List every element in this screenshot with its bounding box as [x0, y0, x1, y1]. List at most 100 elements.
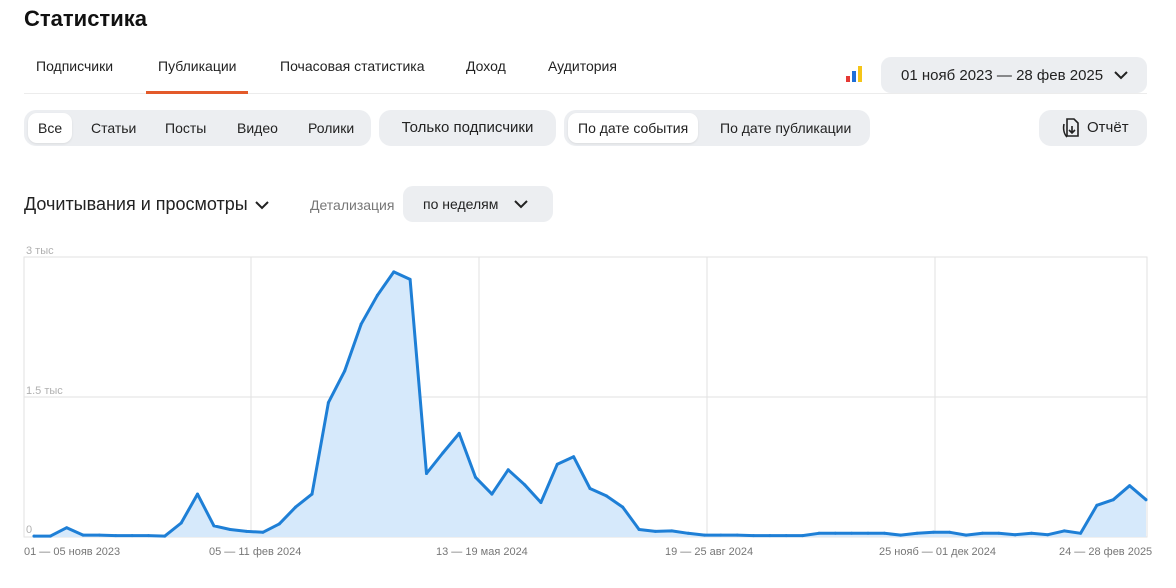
report-button-label: Отчёт [1087, 119, 1129, 136]
x-tick-label: 05 — 11 фев 2024 [209, 546, 301, 558]
stats-bars-icon [846, 66, 862, 82]
filter-articles[interactable]: Статьи [81, 113, 146, 143]
x-tick-label: 01 — 05 нояв 2023 [24, 546, 120, 558]
y-tick-label: 3 тыс [26, 245, 54, 257]
detail-value: по неделям [423, 196, 499, 212]
data-point [555, 462, 559, 466]
chevron-down-icon [1114, 71, 1128, 80]
data-point [425, 472, 428, 475]
filter-all[interactable]: Все [28, 113, 73, 143]
data-point [670, 529, 674, 533]
data-point [97, 533, 101, 537]
data-point [817, 531, 821, 535]
y-tick-label: 0 [26, 524, 32, 536]
date-mode-publication[interactable]: По дате публикации [710, 113, 861, 143]
data-point [48, 534, 52, 538]
report-button[interactable]: Отчёт [1039, 110, 1147, 146]
data-point [1013, 533, 1017, 537]
data-point [899, 533, 903, 537]
data-point [1111, 498, 1115, 502]
data-point [408, 277, 412, 281]
download-report-icon [1062, 118, 1079, 138]
chevron-down-icon [514, 200, 528, 209]
metric-select[interactable]: Дочитывания и просмотры [24, 194, 270, 215]
data-point [604, 494, 608, 498]
data-point [523, 483, 527, 487]
date-range-select[interactable]: 01 нояб 2023 — 28 фев 2025 [881, 57, 1147, 93]
data-point [212, 524, 216, 528]
data-point [32, 534, 36, 538]
data-point [572, 455, 576, 459]
data-point [882, 531, 886, 535]
x-tick-label: 13 — 19 мая 2024 [436, 546, 528, 558]
data-point [359, 322, 363, 326]
data-point [457, 431, 461, 435]
detail-select[interactable]: по неделям [403, 186, 553, 222]
data-point [375, 293, 379, 297]
filter-videos[interactable]: Видео [227, 113, 288, 143]
data-point [539, 501, 543, 504]
x-tick-label: 19 — 25 авг 2024 [665, 546, 753, 558]
data-point [637, 528, 641, 531]
data-point [261, 530, 265, 534]
only-subscribers-toggle[interactable]: Только подписчики [379, 110, 556, 146]
filter-posts[interactable]: Посты [155, 113, 216, 143]
data-point [1144, 498, 1148, 502]
data-point [686, 531, 690, 535]
date-mode-switch: По дате события По дате публикации [564, 110, 870, 146]
data-point [163, 534, 167, 538]
chevron-down-icon [255, 201, 269, 210]
data-point [653, 529, 657, 533]
tab-subscribers[interactable]: Подписчики [24, 48, 125, 94]
data-point [801, 534, 805, 538]
data-point [1079, 531, 1083, 535]
data-point [65, 526, 69, 530]
data-point [196, 492, 199, 496]
date-mode-event[interactable]: По дате события [568, 113, 699, 143]
data-point [915, 531, 919, 535]
filter-shorts[interactable]: Ролики [298, 113, 364, 143]
data-point [1046, 533, 1050, 537]
data-point [719, 533, 723, 537]
data-point [948, 530, 952, 534]
x-tick-label: 25 нояб — 01 дек 2024 [879, 546, 996, 558]
data-point [588, 487, 592, 490]
tab-hourly-stats[interactable]: Почасовая статистика [268, 48, 437, 94]
data-point [228, 528, 232, 531]
data-point [931, 530, 935, 534]
data-point [277, 522, 281, 526]
data-point [81, 533, 85, 537]
page-title: Статистика [24, 6, 147, 31]
x-tick-label: 24 — 28 фев 2025 [1059, 546, 1152, 558]
data-point [294, 505, 298, 509]
data-point [621, 505, 625, 509]
date-range-label: 01 нояб 2023 — 28 фев 2025 [901, 66, 1104, 84]
data-point [147, 534, 150, 538]
tab-audience[interactable]: Аудитория [536, 48, 629, 94]
y-tick-label: 1.5 тыс [26, 385, 63, 397]
tab-publications[interactable]: Публикации [146, 48, 249, 94]
data-point [703, 533, 706, 537]
data-point [130, 534, 134, 538]
data-point [1128, 484, 1132, 488]
data-point [850, 531, 854, 535]
tab-income[interactable]: Доход [454, 48, 518, 94]
data-point [1095, 503, 1099, 507]
data-point [474, 475, 477, 479]
data-point [245, 529, 249, 533]
chart-svg: 3 тыс 1.5 тыс 0 01 — 05 нояв 2023 05 — 11 фе… [23, 245, 1152, 558]
data-point [784, 534, 788, 538]
data-point [964, 533, 968, 537]
data-point [490, 492, 494, 496]
data-point [179, 521, 183, 525]
metric-label: Дочитывания и просмотры [24, 194, 248, 214]
data-point [981, 531, 984, 535]
data-point [752, 534, 755, 538]
content-type-filter: Все Статьи Посты Видео Ролики [24, 110, 371, 146]
data-point [768, 534, 772, 538]
data-point [1030, 531, 1033, 535]
data-point [866, 531, 870, 535]
data-point [392, 270, 396, 274]
data-point [441, 451, 445, 455]
data-point [1062, 529, 1066, 533]
